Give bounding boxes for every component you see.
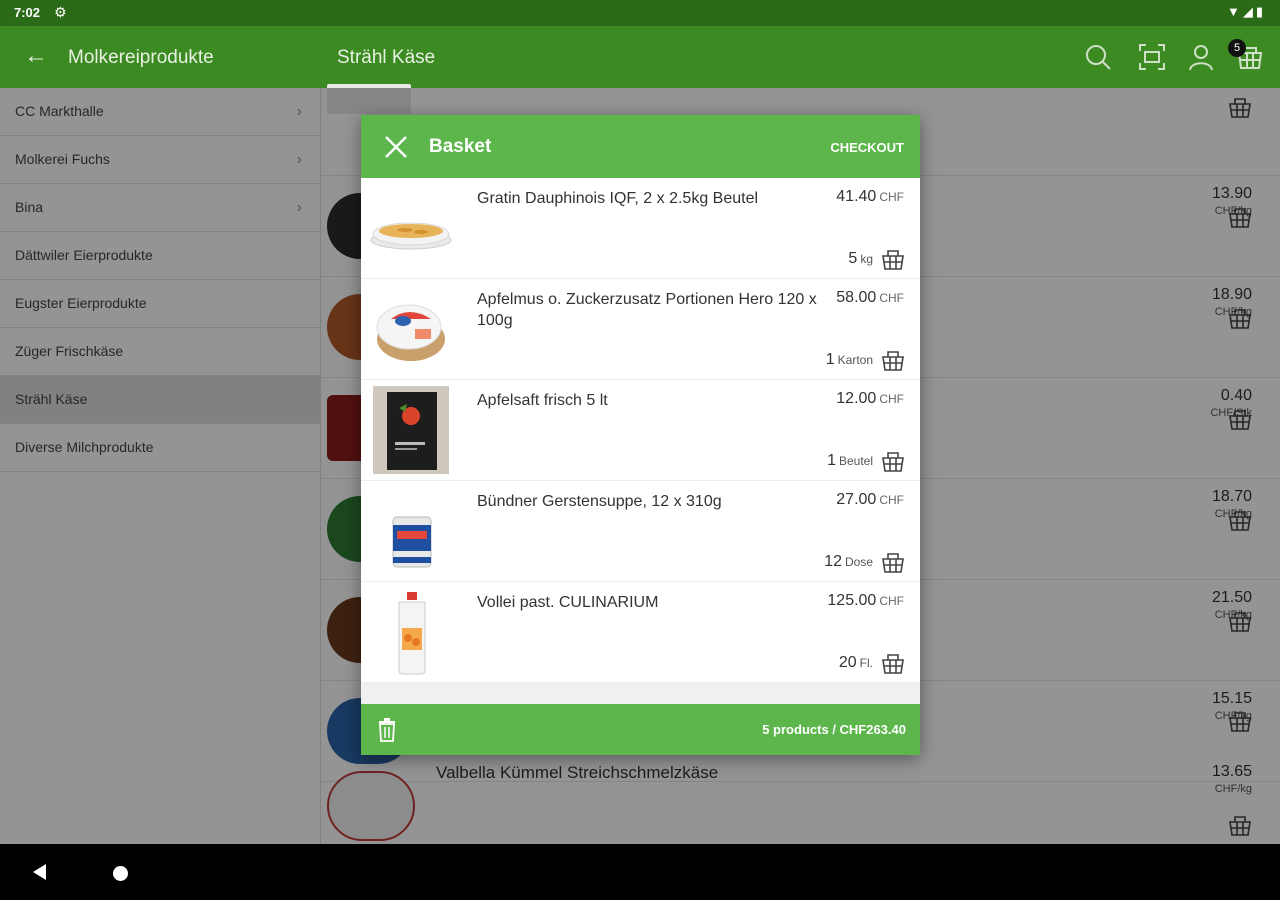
search-icon[interactable] <box>1084 43 1112 71</box>
scan-icon[interactable] <box>1138 43 1166 71</box>
basket-item-quantity: 1 Karton <box>825 351 873 368</box>
cart-edit-icon[interactable] <box>881 348 905 372</box>
basket-item[interactable]: Apfelmus o. Zuckerzusatz Portionen Hero … <box>361 279 920 380</box>
cart-edit-icon[interactable] <box>881 449 905 473</box>
basket-item-name: Bündner Gerstensuppe, 12 x 310g <box>477 493 722 510</box>
basket-item[interactable]: Vollei past. CULINARIUM 125.00 CHF 20 Fl. <box>361 582 920 683</box>
cart-edit-icon[interactable] <box>881 247 905 271</box>
basket-item-name: Vollei past. CULINARIUM <box>477 594 659 611</box>
basket-item-quantity: 12 Dose <box>824 553 873 570</box>
basket-item-quantity: 5 kg <box>848 250 873 267</box>
settings-status-icon: ⚙ <box>54 4 67 20</box>
basket-item-quantity: 1 Beutel <box>827 452 873 469</box>
basket-title: Basket <box>429 136 492 157</box>
cart-button[interactable]: 5 <box>1228 39 1264 71</box>
status-bar: 7:02 ⚙ ▼◢▮ <box>0 0 1280 26</box>
trash-icon[interactable] <box>377 718 397 742</box>
basket-item[interactable]: Bündner Gerstensuppe, 12 x 310g 27.00 CHF… <box>361 481 920 582</box>
nav-back-icon[interactable] <box>30 862 48 882</box>
product-image <box>370 222 452 250</box>
signal-icon: ◢ <box>1242 4 1256 19</box>
checkout-button[interactable]: CHECKOUT <box>830 140 904 155</box>
system-status-icons: ▼◢▮ <box>1227 4 1266 20</box>
cart-edit-icon[interactable] <box>881 550 905 574</box>
cart-edit-icon[interactable] <box>881 651 905 675</box>
basket-item-price: 12.00 CHF <box>836 390 904 407</box>
product-image <box>373 386 449 474</box>
basket-item-price: 125.00 CHF <box>827 592 904 609</box>
back-arrow-icon[interactable]: ← <box>24 42 48 70</box>
basket-item-price: 41.40 CHF <box>836 188 904 205</box>
cart-count-badge: 5 <box>1228 39 1246 57</box>
basket-item[interactable]: Apfelsaft frisch 5 lt 12.00 CHF 1 Beutel <box>361 380 920 481</box>
system-nav-bar <box>0 844 1280 900</box>
basket-footer: 5 products / CHF263.40 <box>361 704 920 755</box>
wifi-icon: ▼ <box>1226 4 1243 19</box>
basket-item-name: Apfelmus o. Zuckerzusatz Portionen Hero … <box>477 291 817 329</box>
nav-home-icon[interactable] <box>113 866 128 881</box>
basket-item-name: Apfelsaft frisch 5 lt <box>477 392 608 409</box>
close-icon[interactable] <box>383 134 409 160</box>
basket-item-price: 58.00 CHF <box>836 289 904 306</box>
basket-item-list: Gratin Dauphinois IQF, 2 x 2.5kg Beutel … <box>361 178 920 704</box>
basket-item-name: Gratin Dauphinois IQF, 2 x 2.5kg Beutel <box>477 190 759 207</box>
basket-item-price: 27.00 CHF <box>836 491 904 508</box>
status-time: 7:02 <box>14 5 41 20</box>
subcategory-title: Strähl Käse <box>337 47 436 68</box>
product-image <box>392 516 432 568</box>
battery-icon: ▮ <box>1255 4 1266 19</box>
basket-header: Basket CHECKOUT <box>361 115 920 178</box>
basket-dialog: Basket CHECKOUT Gratin Dauphinois IQF, 2… <box>361 115 920 755</box>
basket-summary: 5 products / CHF263.40 <box>762 722 906 737</box>
account-icon[interactable] <box>1187 43 1215 71</box>
basket-item[interactable]: Gratin Dauphinois IQF, 2 x 2.5kg Beutel … <box>361 178 920 279</box>
product-image <box>398 592 426 675</box>
product-image <box>376 304 445 361</box>
category-title: Molkereiprodukte <box>68 47 214 68</box>
basket-item-quantity: 20 Fl. <box>838 654 873 671</box>
